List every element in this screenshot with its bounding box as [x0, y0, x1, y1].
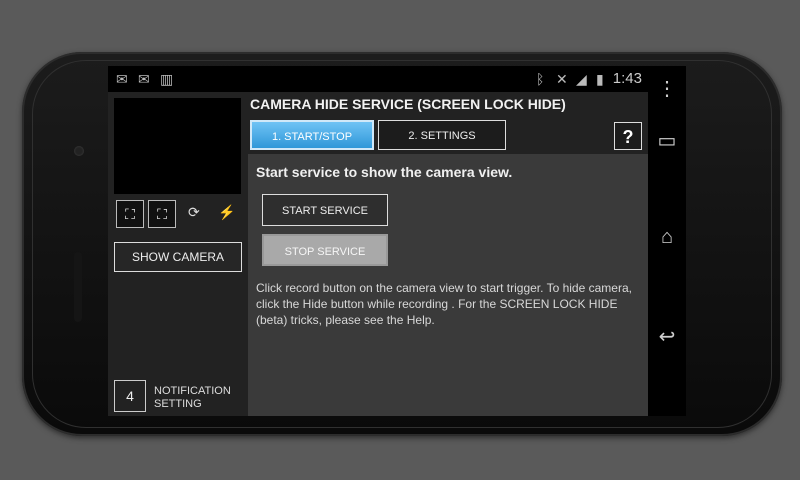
instructions-text: Click record button on the camera view t…	[256, 281, 632, 327]
camera-preview[interactable]	[114, 98, 241, 194]
notification-badge: 4	[126, 388, 134, 404]
recent-apps-icon[interactable]: ▭	[648, 128, 686, 153]
main-content: Start service to show the camera view. S…	[248, 154, 648, 416]
back-icon[interactable]: ↩	[648, 324, 686, 349]
help-button[interactable]: ?	[614, 122, 642, 150]
navigation-bar: ⋮ ▭ ⌂ ↩	[648, 66, 686, 416]
status-time: 1:43	[612, 70, 642, 87]
notification-label-line2: SETTING	[154, 398, 202, 410]
battery-icon: ▮	[596, 71, 604, 87]
home-icon[interactable]: ⌂	[648, 226, 686, 249]
mail-icon: ✉	[116, 71, 128, 87]
tab-settings[interactable]: 2. SETTINGS	[378, 120, 506, 150]
notification-setting-icon[interactable]: 4	[114, 380, 146, 412]
notification-label-line1: NOTIFICATION	[154, 385, 231, 397]
mail-icon: ✉	[138, 71, 150, 87]
auto-flash-icon[interactable]: ⚡	[218, 204, 235, 221]
front-camera	[74, 146, 84, 156]
bluetooth-icon: ᛒ	[536, 71, 545, 87]
start-service-button[interactable]: START SERVICE	[262, 194, 388, 226]
stop-service-button[interactable]: STOP SERVICE	[262, 234, 388, 266]
photo-fullscreen-icon[interactable]: ⛶	[116, 200, 144, 228]
notification-setting-label[interactable]: NOTIFICATION SETTING	[154, 385, 244, 411]
signal-icon: ◢	[576, 71, 587, 87]
tab-start-stop[interactable]: 1. START/STOP	[250, 120, 374, 150]
switch-camera-icon[interactable]: ⟳	[188, 204, 200, 221]
barcode-icon: ▥	[160, 71, 174, 87]
overflow-menu-icon[interactable]: ⋮	[648, 76, 686, 101]
vibrate-mute-icon: ✕	[556, 71, 568, 87]
page-title: CAMERA HIDE SERVICE (SCREEN LOCK HIDE)	[250, 96, 566, 112]
video-fullscreen-icon[interactable]: ⛶	[148, 200, 176, 228]
content-heading: Start service to show the camera view.	[256, 164, 513, 180]
speaker-grille	[74, 252, 82, 322]
phone-screen: ✉ ✉ ▥ ᛒ ✕ ◢ ▮ 1:43 ⛶ ⛶ ⟳ ⚡ SHOW CAMERA 4…	[108, 66, 686, 416]
status-bar: ✉ ✉ ▥ ᛒ ✕ ◢ ▮ 1:43	[108, 66, 648, 92]
left-panel: ⛶ ⛶ ⟳ ⚡ SHOW CAMERA 4 NOTIFICATION SETTI…	[108, 92, 248, 416]
show-camera-button[interactable]: SHOW CAMERA	[114, 242, 242, 272]
